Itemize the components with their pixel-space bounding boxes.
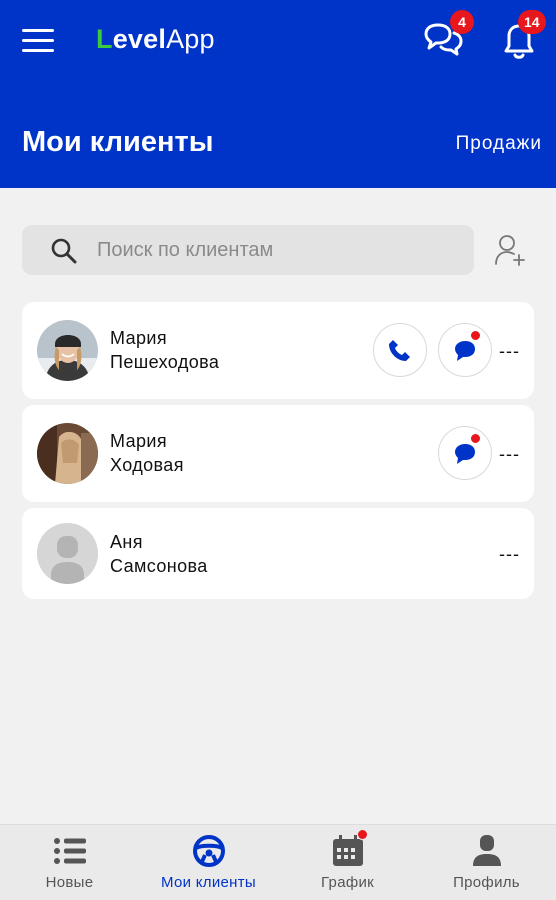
search-icon: [51, 238, 77, 264]
schedule-notification-dot: [357, 829, 368, 840]
unread-dot: [470, 433, 481, 444]
nav-item-profile[interactable]: Профиль: [417, 825, 556, 900]
client-first-name: Мария: [110, 328, 168, 348]
client-status: ---: [499, 341, 520, 361]
notifications-badge: 14: [518, 10, 546, 34]
client-card[interactable]: Мария Ходовая ---: [22, 405, 534, 502]
app-header: LevelApp 4 14 Мои клиенты Продажи: [0, 0, 556, 188]
client-avatar: [37, 423, 98, 484]
client-card[interactable]: Мария Пешеходова ---: [22, 302, 534, 399]
client-name: Аня Самсонова: [110, 530, 208, 578]
search-bar[interactable]: [22, 225, 474, 275]
client-last-name: Ходовая: [110, 455, 184, 475]
notifications-button[interactable]: 14: [496, 10, 546, 64]
nav-item-my-clients[interactable]: Мои клиенты: [139, 825, 278, 900]
phone-icon: [389, 340, 410, 361]
nav-label: Новые: [45, 874, 94, 891]
client-avatar-placeholder: [37, 523, 98, 584]
message-button[interactable]: [438, 323, 492, 377]
nav-label: Мои клиенты: [161, 874, 256, 891]
nav-label: График: [320, 874, 375, 891]
hamburger-menu-icon[interactable]: [18, 24, 58, 58]
client-first-name: Мария: [110, 431, 168, 451]
bottom-navigation: Новые Мои клиенты График Профиль: [0, 824, 556, 900]
message-button[interactable]: [438, 426, 492, 480]
add-client-icon[interactable]: [494, 233, 528, 267]
search-input[interactable]: [97, 225, 457, 275]
list-icon: [54, 838, 86, 864]
client-first-name: Аня: [110, 532, 143, 552]
client-name: Мария Пешеходова: [110, 326, 219, 374]
client-status: ---: [499, 544, 520, 564]
client-status: ---: [499, 444, 520, 464]
app-logo: LevelApp: [96, 24, 215, 54]
client-last-name: Самсонова: [110, 556, 208, 576]
sales-link[interactable]: Продажи: [456, 133, 542, 155]
default-avatar-icon: [37, 523, 98, 584]
person-icon: [473, 835, 501, 866]
chat-button[interactable]: 4: [420, 10, 474, 64]
nav-item-new[interactable]: Новые: [0, 825, 139, 900]
call-button[interactable]: [373, 323, 427, 377]
nav-label: Профиль: [453, 874, 520, 891]
chat-badge: 4: [450, 10, 474, 34]
client-avatar: [37, 320, 98, 381]
nav-item-schedule[interactable]: График: [278, 825, 417, 900]
client-name: Мария Ходовая: [110, 429, 184, 477]
steering-wheel-icon: [193, 835, 225, 867]
unread-dot: [470, 330, 481, 341]
page-title: Мои клиенты: [22, 126, 214, 158]
client-card[interactable]: Аня Самсонова ---: [22, 508, 534, 599]
client-last-name: Пешеходова: [110, 352, 220, 372]
